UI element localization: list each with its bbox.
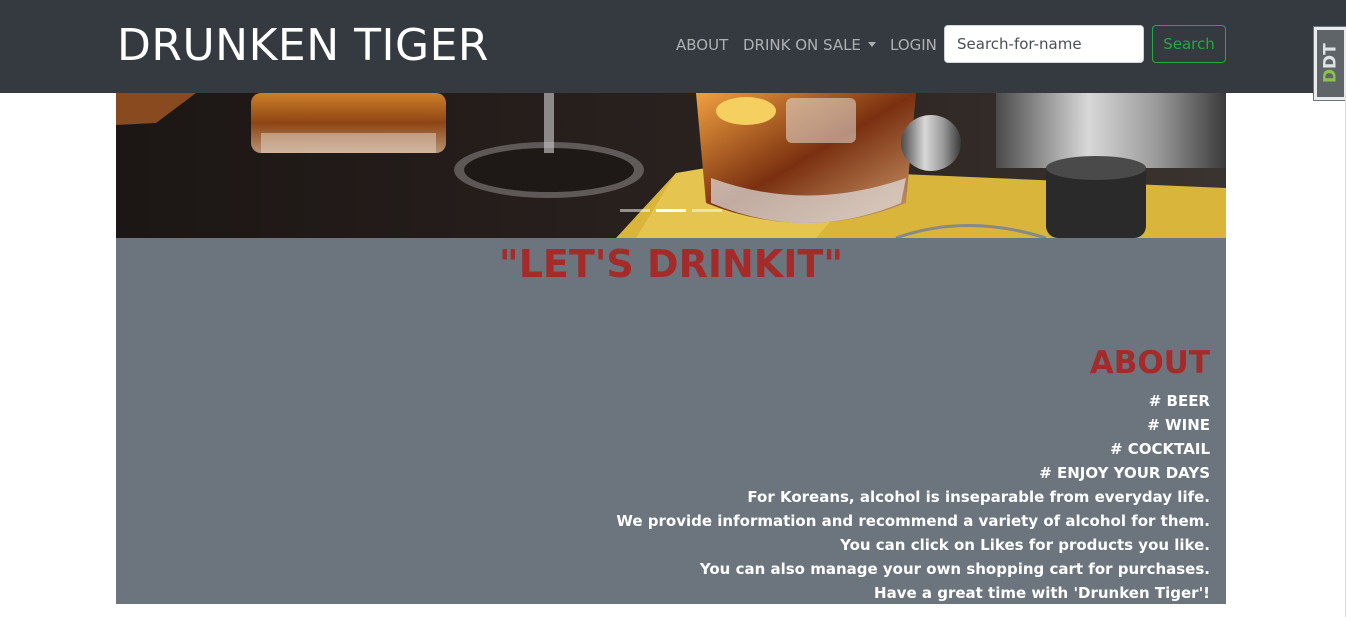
- search-input[interactable]: [944, 25, 1144, 63]
- about-section: "LET'S DRINKIT" ABOUT # BEER # WINE # CO…: [116, 238, 1226, 604]
- about-line-provide: We provide information and recommend a v…: [616, 512, 1210, 530]
- about-title: ABOUT: [1089, 345, 1210, 381]
- about-line-great-time: Have a great time with 'Drunken Tiger'!: [874, 584, 1210, 602]
- brand-logo[interactable]: DRUNKEN TIGER: [117, 20, 489, 72]
- about-line-likes: You can click on Likes for products you …: [840, 536, 1210, 554]
- carousel-indicator-2[interactable]: [656, 209, 686, 212]
- search-button[interactable]: Search: [1152, 25, 1226, 63]
- ddt-extension-icon: D DT: [1317, 30, 1344, 97]
- ddt-extension-button[interactable]: D DT: [1313, 26, 1346, 101]
- about-description: # BEER # WINE # COCKTAIL # ENJOY YOUR DA…: [616, 389, 1210, 605]
- about-line-koreans: For Koreans, alcohol is inseparable from…: [747, 488, 1210, 506]
- nav-dropdown-label: DRINK ON SALE: [743, 36, 861, 54]
- about-line-beer: # BEER: [1148, 392, 1210, 410]
- top-navbar: DRUNKEN TIGER ABOUT DRINK ON SALE LOGIN …: [0, 0, 1346, 93]
- about-line-enjoy: # ENJOY YOUR DAYS: [1039, 464, 1210, 482]
- carousel-indicator-3[interactable]: [692, 209, 722, 212]
- nav-link-login[interactable]: LOGIN: [890, 35, 937, 55]
- about-line-cocktail: # COCKTAIL: [1110, 440, 1210, 458]
- carousel-indicator-1[interactable]: [620, 209, 650, 212]
- about-line-wine: # WINE: [1147, 416, 1210, 434]
- slogan-heading: "LET'S DRINKIT": [498, 242, 844, 286]
- about-line-cart: You can also manage your own shopping ca…: [699, 560, 1210, 578]
- hero-carousel[interactable]: [116, 93, 1226, 238]
- nav-dropdown-drink-on-sale[interactable]: DRINK ON SALE: [743, 35, 876, 55]
- carousel-image-cocktails: [116, 93, 1226, 238]
- caret-down-icon: [867, 42, 876, 47]
- nav-link-about[interactable]: ABOUT: [676, 35, 728, 55]
